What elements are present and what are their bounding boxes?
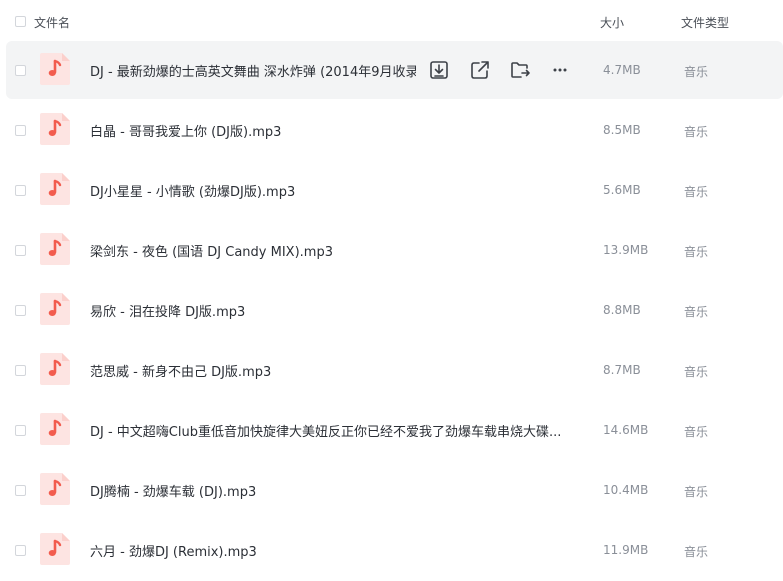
file-name[interactable]: DJ - 中文超嗨Club重低音加快旋律大美妞反正你已经不爱我了劲爆车载串烧大碟… [90, 421, 561, 440]
file-size: 11.9MB [603, 543, 649, 557]
file-size: 8.5MB [603, 123, 641, 137]
file-type: 音乐 [684, 425, 709, 439]
file-size: 13.9MB [603, 243, 649, 257]
music-file-icon [40, 353, 70, 385]
file-name[interactable]: DJ - 最新劲爆的士高英文舞曲 深水炸弹 (2014年9月收录 [90, 61, 416, 80]
file-row[interactable]: 六月 - 劲爆DJ (Remix).mp3 11.9MB 音乐 [0, 521, 783, 579]
file-type: 音乐 [684, 185, 709, 199]
file-size: 8.8MB [603, 303, 641, 317]
file-size: 8.7MB [603, 363, 641, 377]
file-name[interactable]: 白晶 - 哥哥我爱上你 (DJ版).mp3 [90, 121, 281, 140]
music-file-icon [40, 233, 70, 265]
file-row[interactable]: 范思威 - 新身不由己 DJ版.mp3 8.7MB 音乐 [0, 341, 783, 399]
file-row[interactable]: DJ - 中文超嗨Club重低音加快旋律大美妞反正你已经不爱我了劲爆车载串烧大碟… [0, 401, 783, 459]
file-type: 音乐 [684, 65, 709, 79]
file-type: 音乐 [684, 365, 709, 379]
file-type: 音乐 [684, 245, 709, 259]
file-name[interactable]: 梁剑东 - 夜色 (国语 DJ Candy MIX).mp3 [90, 241, 333, 260]
column-header-size[interactable]: 大小 [600, 14, 624, 31]
row-checkbox[interactable] [15, 425, 26, 436]
select-all-checkbox[interactable] [15, 16, 26, 27]
file-size: 10.4MB [603, 483, 649, 497]
music-file-icon [40, 533, 70, 565]
file-name[interactable]: 易欣 - 泪在投降 DJ版.mp3 [90, 301, 245, 320]
file-name[interactable]: 六月 - 劲爆DJ (Remix).mp3 [90, 541, 257, 560]
row-checkbox[interactable] [15, 485, 26, 496]
move-folder-icon[interactable] [509, 59, 531, 81]
file-row[interactable]: DJ腾楠 - 劲爆车载 (DJ).mp3 10.4MB 音乐 [0, 461, 783, 519]
file-type: 音乐 [684, 125, 709, 139]
file-row[interactable]: 白晶 - 哥哥我爱上你 (DJ版).mp3 8.5MB 音乐 [0, 101, 783, 159]
column-header-name[interactable]: 文件名 [34, 14, 70, 31]
music-file-icon [40, 473, 70, 505]
row-checkbox[interactable] [15, 65, 26, 76]
more-icon[interactable] [549, 59, 571, 81]
file-row[interactable]: DJ小星星 - 小情歌 (劲爆DJ版).mp3 5.6MB 音乐 [0, 161, 783, 219]
download-icon[interactable] [428, 59, 450, 81]
file-type: 音乐 [684, 305, 709, 319]
column-header-type[interactable]: 文件类型 [681, 14, 729, 31]
file-size: 5.6MB [603, 183, 641, 197]
file-list-header: 文件名 大小 文件类型 [0, 0, 783, 44]
file-size: 14.6MB [603, 423, 649, 437]
share-icon[interactable] [469, 59, 491, 81]
file-type: 音乐 [684, 485, 709, 499]
row-checkbox[interactable] [15, 245, 26, 256]
music-file-icon [40, 293, 70, 325]
music-file-icon [40, 53, 70, 85]
file-row[interactable]: 易欣 - 泪在投降 DJ版.mp3 8.8MB 音乐 [0, 281, 783, 339]
row-checkbox[interactable] [15, 365, 26, 376]
file-size: 4.7MB [603, 63, 641, 77]
file-name[interactable]: 范思威 - 新身不由己 DJ版.mp3 [90, 361, 271, 380]
row-checkbox[interactable] [15, 125, 26, 136]
row-checkbox[interactable] [15, 185, 26, 196]
file-type: 音乐 [684, 545, 709, 559]
row-checkbox[interactable] [15, 545, 26, 556]
music-file-icon [40, 113, 70, 145]
file-row[interactable]: DJ - 最新劲爆的士高英文舞曲 深水炸弹 (2014年9月收录 4.7MB 音… [6, 41, 783, 99]
file-name[interactable]: DJ腾楠 - 劲爆车载 (DJ).mp3 [90, 481, 256, 500]
music-file-icon [40, 173, 70, 205]
file-row[interactable]: 梁剑东 - 夜色 (国语 DJ Candy MIX).mp3 13.9MB 音乐 [0, 221, 783, 279]
row-checkbox[interactable] [15, 305, 26, 316]
music-file-icon [40, 413, 70, 445]
file-name[interactable]: DJ小星星 - 小情歌 (劲爆DJ版).mp3 [90, 181, 295, 200]
